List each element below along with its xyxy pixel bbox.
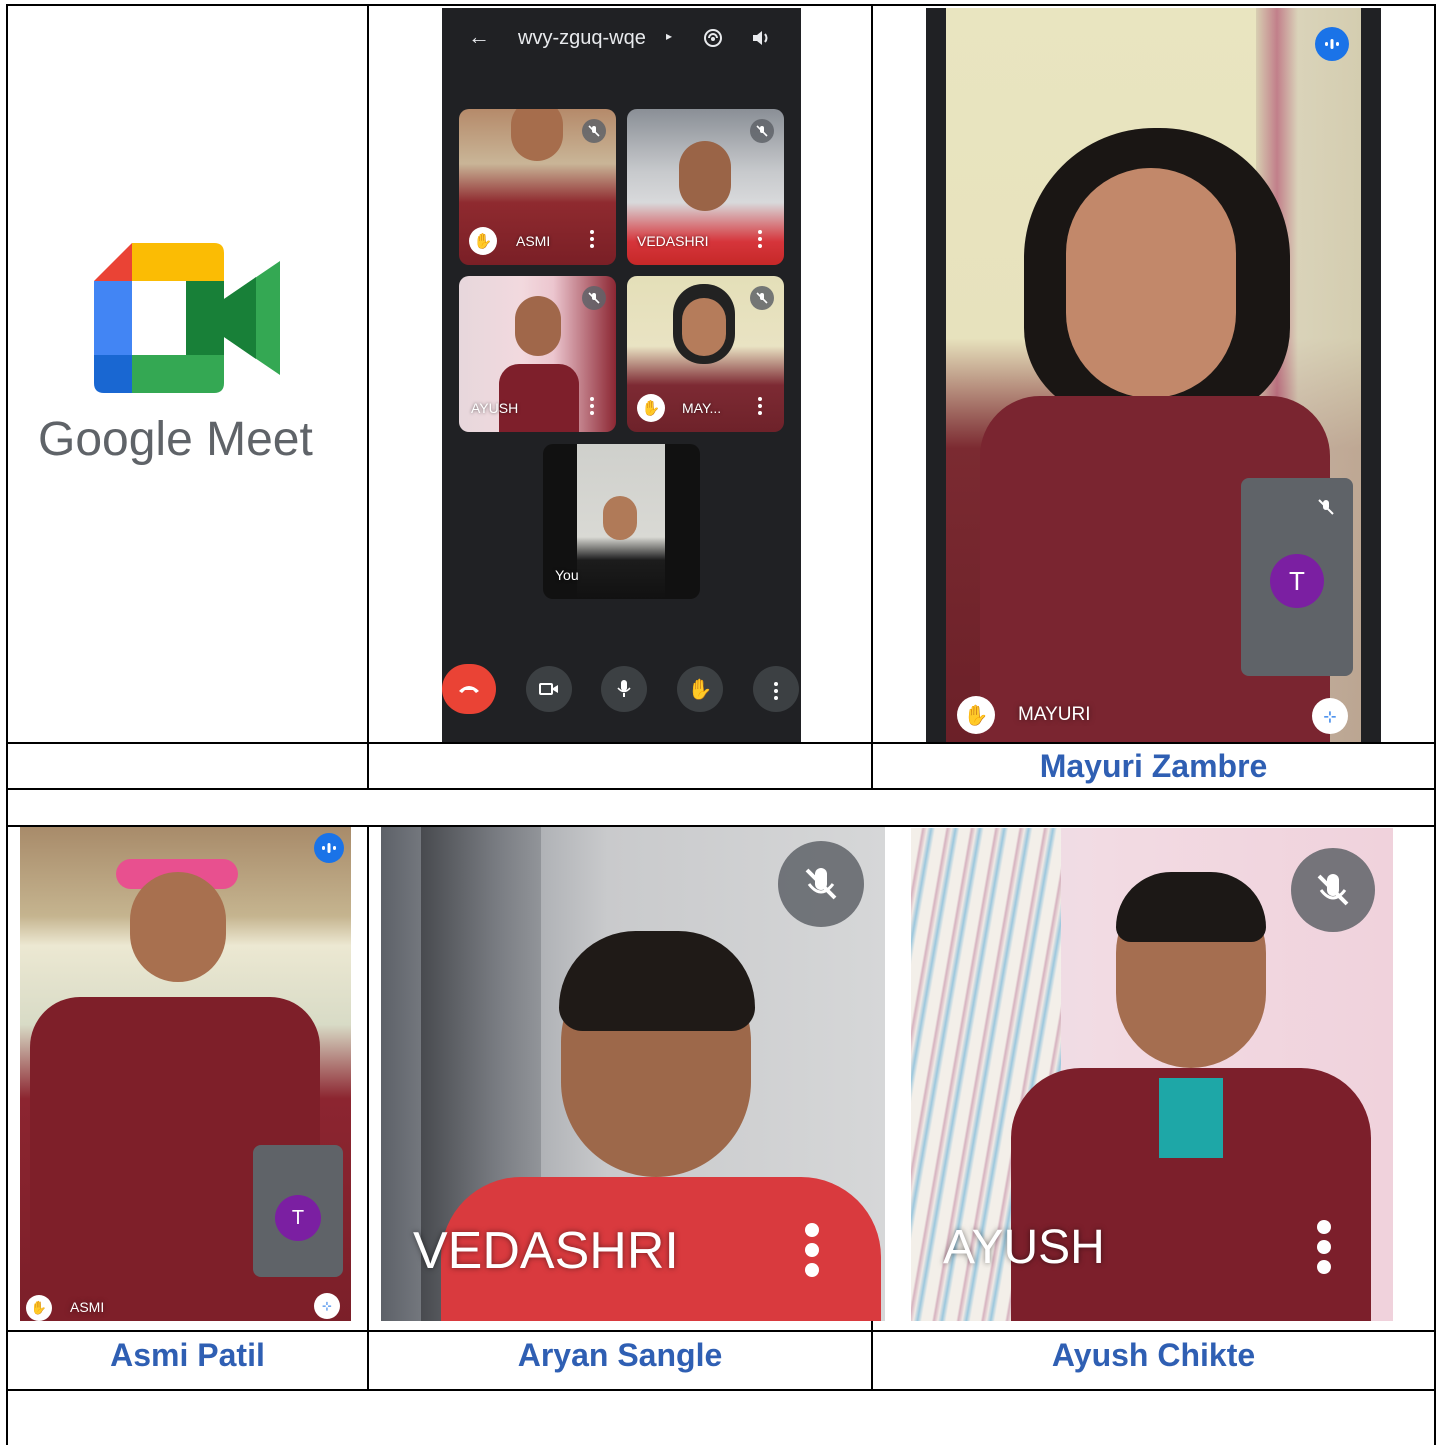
speaker-icon[interactable] [751,28,773,52]
participant-video [603,496,637,540]
self-view-tile[interactable]: You [543,444,700,599]
end-call-button[interactable] [442,664,496,714]
muted-mic-icon [582,119,606,143]
participant-name: AYUSH [471,400,519,416]
raised-hand-icon: ✋ [957,696,995,734]
table-divider [6,742,1436,744]
participant-name: MAY... [682,400,722,416]
participant-name: AYUSH [943,1221,1105,1274]
raised-hand-icon: ✋ [469,227,497,255]
more-options-button[interactable] [753,666,799,712]
speaking-indicator-icon [1315,27,1349,61]
meeting-code[interactable]: wvy-zguq-wqe [518,27,646,50]
participant-video [559,931,755,1031]
meet-phone-screen: ← wvy-zguq-wqe ▸ ✋ ASMI VEDASHRI AYUSH ✋… [442,8,801,742]
participant-name: You [555,567,579,583]
participant-tile[interactable]: VEDASHRI [627,109,784,265]
back-arrow-icon[interactable]: ← [468,24,490,50]
table-divider [6,1330,1436,1332]
meet-camera-icon [94,243,280,393]
participant-name: ASMI [70,1299,105,1315]
more-options-icon[interactable] [1317,1220,1331,1277]
participant-video [515,296,561,356]
table-divider [367,825,369,1391]
phone-hangup-icon [459,686,479,693]
mayuri-video-screen: T ✋ MAYURI ⊹ [926,8,1381,742]
avatar: T [275,1195,321,1241]
table-divider [6,788,1436,790]
more-options-icon[interactable] [758,230,762,251]
camera-toggle-button[interactable] [526,666,572,712]
participant-name: VEDASHRI [637,233,709,249]
raise-hand-button[interactable]: ✋ [677,666,723,712]
table-border-right [1434,4,1436,1445]
asmi-video-screen: T ✋ ASMI ⊹ [20,827,351,1321]
muted-mic-icon [778,841,864,927]
more-options-icon[interactable] [590,397,594,418]
muted-mic-icon [582,286,606,310]
raised-hand-icon: ✋ [637,394,665,422]
ayush-video-screen: AYUSH [911,828,1393,1321]
more-options-icon[interactable] [805,1223,819,1280]
google-meet-wordmark: Google Meet [38,413,313,466]
participant-video [1066,168,1236,398]
table-border-top [6,4,1436,6]
muted-mic-icon [750,286,774,310]
participant-video [130,872,226,982]
minimize-icon[interactable]: ⊹ [314,1293,340,1319]
more-options-icon[interactable] [590,230,594,251]
avatar: T [1270,554,1324,608]
raised-hand-icon: ✋ [26,1295,52,1321]
table-divider [6,1389,1436,1391]
participant-name: ASMI [516,233,551,249]
self-view-pip[interactable]: T [253,1145,343,1277]
participant-video [511,109,563,161]
caption-aryan-sangle: Aryan Sangle [517,1337,723,1373]
microphone-icon [617,680,631,697]
table-divider [871,4,873,790]
participant-video [1159,1078,1223,1158]
muted-mic-icon [1311,492,1341,522]
participant-video [679,141,731,211]
muted-mic-icon [1291,848,1375,932]
google-meet-logo [94,243,280,393]
participant-tile[interactable]: ✋ MAY... [627,276,784,432]
chevron-right-icon[interactable]: ▸ [666,29,672,43]
self-view-pip[interactable]: T [1241,478,1353,676]
more-options-icon[interactable] [758,397,762,418]
caption-mayuri-zambre: Mayuri Zambre [1039,748,1268,784]
participant-video [682,298,726,356]
minimize-icon[interactable]: ⊹ [1312,698,1348,734]
participant-name: VEDASHRI [413,1222,679,1280]
muted-mic-icon [750,119,774,143]
table-divider [367,4,369,790]
microphone-toggle-button[interactable] [601,666,647,712]
participant-video [1116,872,1266,942]
speaking-indicator-icon [314,833,344,863]
participant-name: MAYURI [1018,704,1091,725]
camera-icon [539,683,558,695]
table-border-left [6,4,8,1445]
participant-tile[interactable]: AYUSH [459,276,616,432]
more-vert-icon [774,681,778,703]
vedashri-video-screen: VEDASHRI [381,827,885,1321]
caption-asmi-patil: Asmi Patil [110,1337,265,1373]
switch-camera-icon[interactable] [702,27,724,53]
participant-tile[interactable]: ✋ ASMI [459,109,616,265]
hand-icon: ✋ [687,677,713,701]
caption-ayush-chikte: Ayush Chikte [1051,1337,1256,1373]
participant-video [499,364,579,432]
